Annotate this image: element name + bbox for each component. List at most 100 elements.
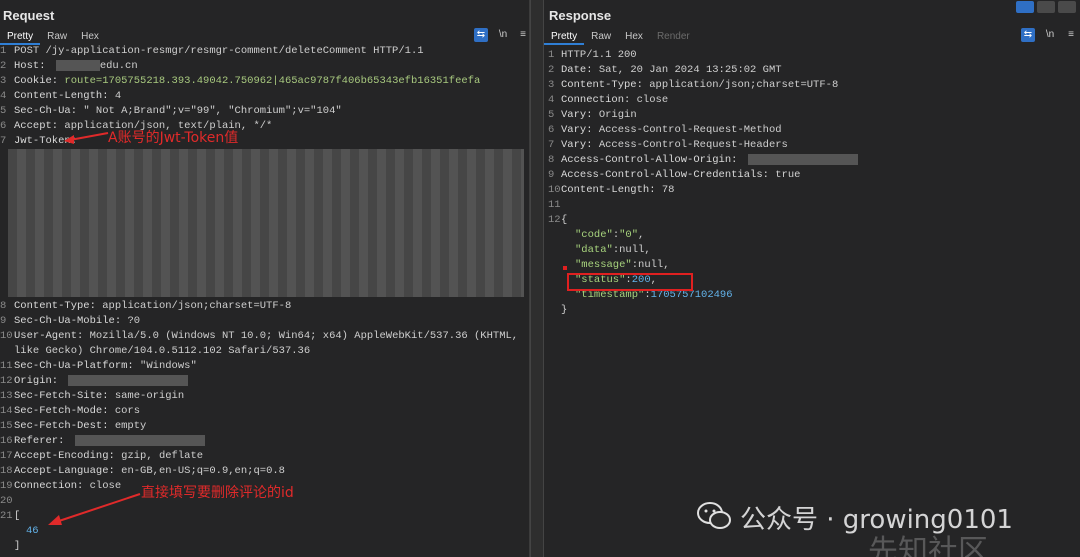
- code-line: 16 Referer:: [0, 434, 529, 449]
- header-value: gzip, deflate: [121, 450, 204, 462]
- response-tab-pretty[interactable]: Pretty: [544, 29, 585, 45]
- json-key: "code": [575, 229, 613, 241]
- code-line: 10 Content-Length: 78: [544, 183, 1080, 198]
- header-value: 78: [661, 184, 675, 196]
- code-line: 5 Vary: Origin: [544, 108, 1080, 123]
- comment-id-value: 46: [26, 525, 39, 537]
- pretty-print-icon[interactable]: ⇆: [474, 28, 488, 42]
- wechat-icon: [697, 502, 731, 529]
- newline-toggle[interactable]: \n: [496, 28, 510, 42]
- json-value: "0": [619, 229, 639, 241]
- line-number: 17: [0, 450, 13, 462]
- request-tab-hex[interactable]: Hex: [74, 29, 106, 45]
- line-number: 11: [548, 199, 561, 211]
- code-line: 8 Content-Type: application/json;charset=…: [0, 299, 529, 314]
- code-line: 9 Access-Control-Allow-Credentials: true: [544, 168, 1080, 183]
- header-name: Sec-Ch-Ua-Mobile:: [14, 315, 122, 327]
- vertical-layout-icon[interactable]: [1058, 1, 1076, 13]
- newline-toggle[interactable]: \n: [1043, 28, 1057, 42]
- header-name: Content-Type:: [561, 79, 643, 91]
- code-line: 6 Vary: Access-Control-Request-Method: [544, 123, 1080, 138]
- header-name: Accept:: [14, 120, 59, 132]
- header-value: en-GB,en-US;q=0.9,en;q=0.8: [121, 465, 285, 477]
- response-tab-raw[interactable]: Raw: [584, 29, 618, 45]
- line-number: 7: [0, 135, 7, 147]
- request-tab-pretty[interactable]: Pretty: [0, 29, 41, 45]
- layout-toggle[interactable]: [1016, 1, 1076, 13]
- header-value: route=1705755218.393.49042.750962|465ac9…: [64, 75, 481, 87]
- header-name: User-Agent:: [14, 330, 84, 342]
- line-number: 1: [548, 49, 555, 61]
- request-body[interactable]: 1 POST /jy-application-resmgr/resmgr-comm…: [0, 44, 529, 554]
- header-name: Cookie:: [14, 75, 59, 87]
- line-number: 6: [548, 124, 555, 136]
- status-highlight-box: [567, 273, 693, 291]
- code-line: 15 Sec-Fetch-Dest: empty: [0, 419, 529, 434]
- pretty-print-icon[interactable]: ⇆: [1021, 28, 1035, 42]
- header-value: Sat, 20 Jan 2024 13:25:02 GMT: [598, 64, 782, 76]
- redacted-value: [68, 374, 189, 386]
- line-number: 10: [548, 184, 561, 196]
- code-line: ]: [0, 539, 529, 554]
- line-number: 15: [0, 420, 13, 432]
- response-tab-render[interactable]: Render: [650, 29, 697, 45]
- red-marker: [563, 266, 567, 270]
- code-line: 18 Accept-Language: en-GB,en-US;q=0.9,en;…: [0, 464, 529, 479]
- header-name: Content-Length:: [14, 90, 109, 102]
- arrow-icon: [64, 132, 109, 144]
- line-text: }: [561, 304, 568, 316]
- line-number: 9: [0, 315, 7, 327]
- line-number: 11: [0, 360, 13, 372]
- line-number: 12: [0, 375, 13, 387]
- header-name: Sec-Fetch-Site:: [14, 390, 109, 402]
- menu-icon[interactable]: ≡: [516, 28, 529, 42]
- code-line: 5 Sec-Ch-Ua: " Not A;Brand";v="99", "Chro…: [0, 104, 529, 119]
- arrow-icon: [48, 493, 141, 525]
- json-value: null: [619, 244, 645, 256]
- header-name: Referer:: [14, 435, 65, 447]
- header-name: Sec-Ch-Ua-Platform:: [14, 360, 134, 372]
- header-value: Origin: [598, 109, 637, 121]
- header-name: Vary:: [561, 124, 593, 136]
- side-by-side-layout-icon[interactable]: [1016, 1, 1034, 13]
- line-number: 4: [548, 94, 555, 106]
- request-tab-raw[interactable]: Raw: [40, 29, 74, 45]
- line-number: 16: [0, 435, 13, 447]
- jwt-annotation: A账号的Jwt-Token值: [108, 130, 239, 146]
- code-line: "data":null,: [575, 244, 651, 256]
- header-name: Access-Control-Allow-Origin:: [561, 154, 738, 166]
- header-value: cors: [114, 405, 141, 417]
- code-line: 4 Connection: close: [544, 93, 1080, 108]
- header-value: 4: [114, 90, 122, 102]
- line-number: 21: [0, 510, 13, 522]
- header-name: Sec-Fetch-Mode:: [14, 405, 109, 417]
- header-name: Sec-Ch-Ua:: [14, 105, 78, 117]
- watermark-logo-text: 先知社区: [868, 534, 988, 557]
- panel-divider[interactable]: [530, 0, 544, 557]
- code-line: 1 HTTP/1.1 200: [544, 48, 1080, 63]
- id-annotation: 直接填写要删除评论的id: [141, 485, 294, 501]
- code-line: "message":null,: [575, 259, 670, 271]
- code-line: 3 Cookie: route=1705755218.393.49042.7509…: [0, 74, 529, 89]
- header-value: "Windows": [140, 360, 197, 372]
- code-line: 3 Content-Type: application/json;charset=…: [544, 78, 1080, 93]
- header-name: Connection:: [561, 94, 631, 106]
- header-value: ?0: [127, 315, 141, 327]
- header-name: Accept-Encoding:: [14, 450, 115, 462]
- header-value: " Not A;Brand";v="99", "Chromium";v="104…: [83, 105, 342, 117]
- line-text: ]: [14, 540, 21, 552]
- line-number: 12: [548, 214, 561, 226]
- horizontal-layout-icon[interactable]: [1037, 1, 1055, 13]
- code-line: 11: [544, 198, 1080, 213]
- header-value: Access-Control-Request-Method: [598, 124, 782, 136]
- line-text: [: [14, 510, 21, 522]
- response-tab-hex[interactable]: Hex: [618, 29, 650, 45]
- code-line: 11 Sec-Ch-Ua-Platform: "Windows": [0, 359, 529, 374]
- header-name: Content-Type:: [14, 300, 96, 312]
- header-value: empty: [114, 420, 147, 432]
- code-line: 8 Access-Control-Allow-Origin:: [544, 153, 1080, 168]
- code-line: 10 User-Agent: Mozilla/5.0 (Windows NT 10…: [0, 329, 529, 344]
- header-value: Access-Control-Request-Headers: [598, 139, 788, 151]
- menu-icon[interactable]: ≡: [1064, 28, 1078, 42]
- redacted-value: [747, 153, 858, 165]
